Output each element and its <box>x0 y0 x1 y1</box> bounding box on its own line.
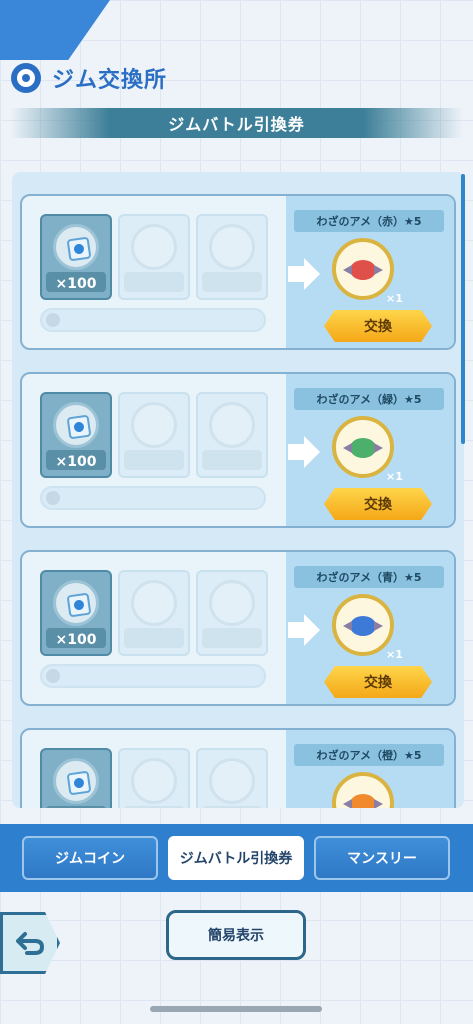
page-title: ジム交換所 <box>52 68 168 93</box>
reward-label: わざのアメ（青）★5 <box>294 566 444 588</box>
arrow-right-icon <box>288 258 320 290</box>
cost-slot-ticket: ×100 <box>40 570 112 656</box>
reward-quantity: ×1 <box>386 648 403 661</box>
cost-slot-empty <box>196 570 268 656</box>
tab-monthly[interactable]: マンスリー <box>314 836 450 880</box>
exchange-list[interactable]: ×100 わざのアメ（赤）★5 ×1 交換 ×100 わざのアメ（緑）★5 ×1… <box>12 172 464 808</box>
section-title: ジムバトル引換券 <box>168 115 305 134</box>
cost-slot-empty <box>118 214 190 300</box>
progress-bar <box>40 308 266 332</box>
cost-slot-ticket: ×100 <box>40 214 112 300</box>
home-indicator <box>150 1006 322 1012</box>
cost-slot-ticket <box>40 748 112 808</box>
gym-battle-ticket-icon <box>66 414 92 440</box>
exchange-card: ×100 わざのアメ（青）★5 ×1 交換 <box>20 550 456 706</box>
exchange-button[interactable]: 交換 <box>324 310 432 342</box>
reward-label: わざのアメ（赤）★5 <box>294 210 444 232</box>
gym-battle-ticket-icon <box>66 236 92 262</box>
reward-icon-frame <box>332 594 394 656</box>
tab-gym-coin[interactable]: ジムコイン <box>22 836 158 880</box>
scrollbar[interactable] <box>461 174 465 444</box>
candy-icon <box>343 260 383 280</box>
reward-quantity: ×1 <box>386 292 403 305</box>
exchange-card: わざのアメ（橙）★5 <box>20 728 456 808</box>
progress-bar <box>40 664 266 688</box>
cost-slot-empty <box>196 214 268 300</box>
reward-icon-frame <box>332 416 394 478</box>
gym-battle-ticket-icon <box>66 770 92 796</box>
cost-slot-empty <box>196 748 268 808</box>
corner-decoration <box>0 0 110 60</box>
gym-battle-ticket-icon <box>66 592 92 618</box>
reward-icon-frame <box>332 238 394 300</box>
exchange-button[interactable]: 交換 <box>324 666 432 698</box>
cost-quantity: ×100 <box>55 276 97 292</box>
simple-view-button[interactable]: 簡易表示 <box>166 910 306 960</box>
exchange-button[interactable]: 交換 <box>324 488 432 520</box>
reward-quantity: ×1 <box>386 470 403 483</box>
title-bar: ジム交換所 <box>0 56 473 102</box>
exchange-card: ×100 わざのアメ（赤）★5 ×1 交換 <box>20 194 456 350</box>
exchange-card: ×100 わざのアメ（緑）★5 ×1 交換 <box>20 372 456 528</box>
candy-icon <box>343 794 383 808</box>
back-arrow-icon <box>16 932 44 955</box>
cost-slot-ticket: ×100 <box>40 392 112 478</box>
candy-icon <box>343 616 383 636</box>
cost-quantity: ×100 <box>55 632 97 648</box>
tab-bar: ジムコイン ジムバトル引換券 マンスリー <box>0 824 473 892</box>
progress-bar <box>40 486 266 510</box>
cost-quantity: ×100 <box>55 454 97 470</box>
arrow-right-icon <box>288 614 320 646</box>
reward-label: わざのアメ（緑）★5 <box>294 388 444 410</box>
gym-logo-icon <box>6 58 46 98</box>
cost-slot-empty <box>118 392 190 478</box>
arrow-right-icon <box>288 436 320 468</box>
back-button[interactable] <box>0 912 60 974</box>
section-header: ジムバトル引換券 <box>10 108 463 138</box>
candy-icon <box>343 438 383 458</box>
cost-slot-empty <box>118 748 190 808</box>
cost-slot-empty <box>196 392 268 478</box>
tab-gym-battle-ticket[interactable]: ジムバトル引換券 <box>168 836 304 880</box>
reward-label: わざのアメ（橙）★5 <box>294 744 444 766</box>
cost-slot-empty <box>118 570 190 656</box>
